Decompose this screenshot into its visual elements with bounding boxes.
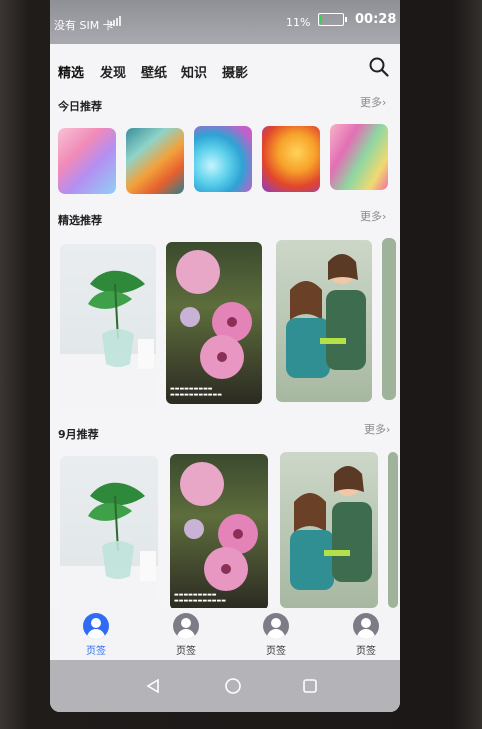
bottom-tab-1[interactable]: 页签 bbox=[68, 613, 124, 657]
bottom-tab-label: 页签 bbox=[176, 646, 196, 657]
plant-illustration bbox=[60, 270, 156, 406]
september-card-blossom[interactable]: ▬▬▬▬▬▬▬▬▬ ▬▬▬▬▬▬▬▬▬▬▬ bbox=[170, 454, 268, 610]
bottom-tab-2[interactable]: 页签 bbox=[158, 613, 214, 657]
clock: 00:28 bbox=[355, 12, 397, 27]
more-label: 更多 bbox=[364, 423, 386, 436]
featured-card-blossom[interactable]: ▬▬▬▬▬▬▬▬▬ ▬▬▬▬▬▬▬▬▬▬▬ bbox=[166, 242, 262, 404]
today-thumbnail-5[interactable] bbox=[330, 124, 388, 190]
tab-wallpaper[interactable]: 壁纸 bbox=[141, 62, 167, 81]
tab-photography[interactable]: 摄影 bbox=[222, 62, 248, 81]
chevron-right-icon: › bbox=[382, 210, 387, 223]
search-icon[interactable] bbox=[368, 56, 390, 78]
tab-featured[interactable]: 精选 bbox=[58, 62, 84, 81]
battery-icon bbox=[318, 13, 347, 26]
bottom-tab-label: 页签 bbox=[356, 646, 376, 657]
more-label: 更多 bbox=[360, 210, 382, 223]
blossom-illustration bbox=[180, 462, 258, 591]
bottom-tab-label: 页签 bbox=[266, 646, 286, 657]
recent-apps-icon[interactable] bbox=[302, 678, 318, 694]
system-nav-bar bbox=[50, 660, 400, 712]
avatar-icon bbox=[263, 613, 289, 639]
featured-card-partial[interactable] bbox=[382, 238, 396, 400]
september-card-partial[interactable] bbox=[388, 452, 398, 608]
more-link-featured[interactable]: 更多› bbox=[360, 208, 386, 224]
september-card-family[interactable] bbox=[280, 452, 378, 608]
bottom-tab-3[interactable]: 页签 bbox=[248, 613, 304, 657]
status-bar: 没有 SIM 卡 11% 00:28 bbox=[50, 0, 400, 44]
featured-card-plant[interactable] bbox=[60, 244, 156, 406]
avatar-icon bbox=[173, 613, 199, 639]
app-screen: 没有 SIM 卡 11% 00:28 精选 发现 壁纸 知识 摄影 今日推荐 更… bbox=[50, 0, 400, 712]
plant-illustration bbox=[60, 482, 158, 612]
bottom-tab-label: 页签 bbox=[86, 646, 106, 657]
tab-knowledge[interactable]: 知识 bbox=[181, 62, 207, 81]
blossom-illustration bbox=[176, 250, 252, 379]
september-card-plant[interactable] bbox=[60, 456, 158, 612]
battery-fill bbox=[320, 15, 323, 24]
more-link-september[interactable]: 更多› bbox=[364, 421, 390, 437]
battery-percent: 11% bbox=[286, 16, 311, 29]
featured-card-family[interactable] bbox=[276, 240, 372, 402]
carrier-label: 没有 SIM 卡 bbox=[54, 19, 114, 32]
today-thumbnail-3[interactable] bbox=[194, 126, 252, 192]
chevron-right-icon: › bbox=[386, 423, 391, 436]
family-illustration bbox=[286, 254, 366, 378]
back-icon[interactable] bbox=[146, 678, 160, 694]
today-thumbnail-1[interactable] bbox=[58, 128, 116, 194]
more-label: 更多 bbox=[360, 96, 382, 109]
bottom-tab-bar: 页签 页签 页签 页签 bbox=[50, 608, 400, 660]
card-caption: ▬▬▬▬▬▬▬▬▬ ▬▬▬▬▬▬▬▬▬▬▬ bbox=[174, 592, 226, 604]
tab-discover[interactable]: 发现 bbox=[100, 62, 126, 81]
signal-icon bbox=[110, 16, 121, 26]
section-title-featured: 精选推荐 bbox=[58, 214, 102, 227]
section-title-september: 9月推荐 bbox=[58, 428, 99, 441]
card-caption: ▬▬▬▬▬▬▬▬▬ ▬▬▬▬▬▬▬▬▬▬▬ bbox=[170, 386, 222, 398]
more-link-today[interactable]: 更多› bbox=[360, 94, 386, 110]
today-thumbnail-2[interactable] bbox=[126, 128, 184, 194]
top-nav: 精选 发现 壁纸 知识 摄影 bbox=[50, 52, 400, 86]
section-title-today: 今日推荐 bbox=[58, 100, 102, 113]
family-illustration bbox=[290, 466, 372, 590]
home-icon[interactable] bbox=[224, 677, 242, 695]
avatar-icon bbox=[353, 613, 379, 639]
avatar-icon bbox=[83, 613, 109, 639]
today-thumbnail-4[interactable] bbox=[262, 126, 320, 192]
bottom-tab-4[interactable]: 页签 bbox=[338, 613, 394, 657]
chevron-right-icon: › bbox=[382, 96, 387, 109]
